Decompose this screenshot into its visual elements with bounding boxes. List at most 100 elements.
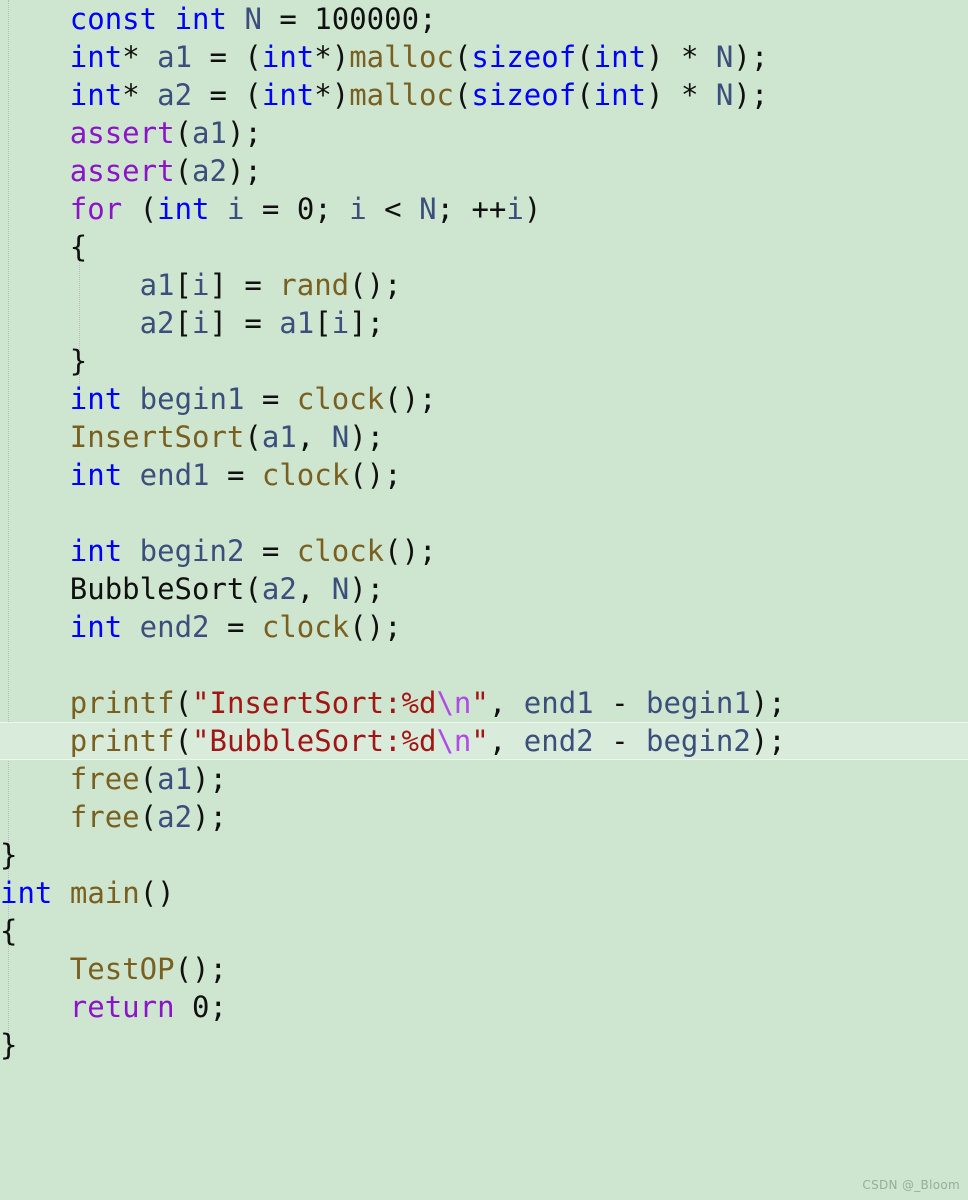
code-token-kw: int	[593, 40, 647, 74]
code-line-current[interactable]: printf("BubbleSort:%d\n", end2 - begin2)…	[0, 722, 968, 760]
code-line[interactable]: a1[i] = rand();	[0, 266, 968, 304]
code-token-kw: int	[261, 78, 315, 112]
code-token-pun: }	[0, 838, 18, 872]
code-line[interactable]: assert(a2);	[0, 152, 968, 190]
code-text-area[interactable]: const int N = 100000; int* a1 = (int*)mal…	[0, 0, 968, 1064]
code-token-pun: ,	[296, 420, 332, 454]
code-token-var: N	[715, 40, 734, 74]
code-token-var: begin2	[139, 534, 245, 568]
code-token-var: N	[419, 192, 437, 226]
code-line[interactable]: int end1 = clock();	[0, 456, 968, 494]
code-token-fn: free	[69, 762, 140, 796]
code-line[interactable]: free(a2);	[0, 798, 968, 836]
code-token-pun: {	[69, 230, 88, 264]
code-line[interactable]: int begin1 = clock();	[0, 380, 968, 418]
code-line[interactable]: return 0;	[0, 988, 968, 1026]
code-token-fn: TestOP	[69, 952, 175, 986]
code-line[interactable]: free(a1);	[0, 760, 968, 798]
code-token-pun: (	[139, 800, 158, 834]
code-token-kw: int	[69, 78, 123, 112]
code-line[interactable]: {	[0, 228, 968, 266]
code-token-pun: ();	[349, 268, 402, 302]
code-token-plain: BubbleSort	[69, 572, 245, 606]
code-token-pun: (	[244, 572, 262, 606]
code-token-pun: {	[0, 914, 18, 948]
code-line[interactable]: }	[0, 836, 968, 874]
code-token-pun: );	[349, 420, 385, 454]
code-token-kw: int	[69, 458, 123, 492]
code-token-pun: *	[122, 78, 158, 112]
code-token-pun: ;	[314, 192, 350, 226]
code-token-pun: }	[69, 344, 88, 378]
code-line[interactable]: int main()	[0, 874, 968, 912]
csdn-watermark: CSDN @_Bloom	[862, 1178, 960, 1192]
code-token-fn: clock	[296, 382, 385, 416]
code-token-num: 0	[192, 990, 210, 1024]
code-line[interactable]: assert(a1);	[0, 114, 968, 152]
code-token-pun: );	[192, 800, 227, 834]
code-token-kw: sizeof	[471, 40, 577, 74]
code-line[interactable]: int begin2 = clock();	[0, 532, 968, 570]
code-token-pun	[210, 192, 227, 226]
code-line[interactable]: int* a1 = (int*)malloc(sizeof(int) * N);	[0, 38, 968, 76]
code-token-kw: int	[0, 876, 53, 910]
code-token-var: i	[331, 306, 350, 340]
code-line[interactable]: BubbleSort(a2, N);	[0, 570, 968, 608]
code-editor-viewport[interactable]: const int N = 100000; int* a1 = (int*)mal…	[0, 0, 968, 1200]
code-token-fn: printf	[69, 724, 175, 758]
code-token-pun: -	[593, 724, 647, 758]
code-line[interactable]: {	[0, 912, 968, 950]
code-token-pun	[122, 534, 139, 568]
code-token-pun: ();	[349, 458, 402, 492]
code-token-pun: =	[261, 2, 315, 36]
code-token-pun: ,	[488, 686, 524, 720]
code-line[interactable]	[0, 646, 968, 684]
code-token-pun: ()	[139, 876, 175, 910]
code-line[interactable]	[0, 494, 968, 532]
code-token-str: "InsertSort:%d	[192, 686, 437, 720]
code-line[interactable]: int* a2 = (int*)malloc(sizeof(int) * N);	[0, 76, 968, 114]
code-token-pun: ) *	[646, 78, 716, 112]
code-line[interactable]: int end2 = clock();	[0, 608, 968, 646]
code-token-pun: (	[174, 154, 193, 188]
code-token-pun: ; ++	[436, 192, 507, 226]
code-token-num: 100000	[314, 2, 420, 36]
code-token-pun	[227, 2, 244, 36]
code-token-pun: ] =	[209, 268, 280, 302]
code-token-ctl: for	[69, 192, 123, 226]
code-token-pun	[52, 876, 69, 910]
code-token-var: N	[244, 2, 262, 36]
code-token-var: N	[331, 572, 350, 606]
code-token-pun: = (	[192, 40, 262, 74]
code-line[interactable]: InsertSort(a1, N);	[0, 418, 968, 456]
code-token-ctl: return	[69, 990, 175, 1024]
code-token-mac: assert	[69, 116, 175, 150]
code-token-pun: =	[209, 458, 262, 492]
code-token-pun: );	[750, 724, 786, 758]
code-token-kw: int	[174, 2, 227, 36]
code-line[interactable]: }	[0, 342, 968, 380]
code-token-kw: int	[261, 40, 315, 74]
code-token-pun: );	[226, 154, 262, 188]
code-token-fn: main	[69, 876, 140, 910]
code-line[interactable]: const int N = 100000;	[0, 0, 968, 38]
code-token-kw: const	[69, 2, 158, 36]
code-line[interactable]: a2[i] = a1[i];	[0, 304, 968, 342]
code-token-var: a1	[157, 762, 193, 796]
code-token-pun	[122, 458, 139, 492]
code-token-var: i	[506, 192, 524, 226]
code-line[interactable]: printf("InsertSort:%d\n", end1 - begin1)…	[0, 684, 968, 722]
code-token-pun: );	[192, 762, 227, 796]
code-token-pun: [	[174, 306, 192, 340]
code-token-var: end1	[523, 686, 594, 720]
code-line[interactable]: for (int i = 0; i < N; ++i)	[0, 190, 968, 228]
code-token-fn: InsertSort	[69, 420, 245, 454]
code-token-pun: <	[366, 192, 420, 226]
code-line[interactable]: TestOP();	[0, 950, 968, 988]
code-token-pun: );	[349, 572, 385, 606]
code-token-var: end1	[139, 458, 210, 492]
code-token-var: a2	[261, 572, 297, 606]
code-token-str: "BubbleSort:%d	[192, 724, 437, 758]
code-token-pun: -	[593, 686, 647, 720]
code-line[interactable]: }	[0, 1026, 968, 1064]
